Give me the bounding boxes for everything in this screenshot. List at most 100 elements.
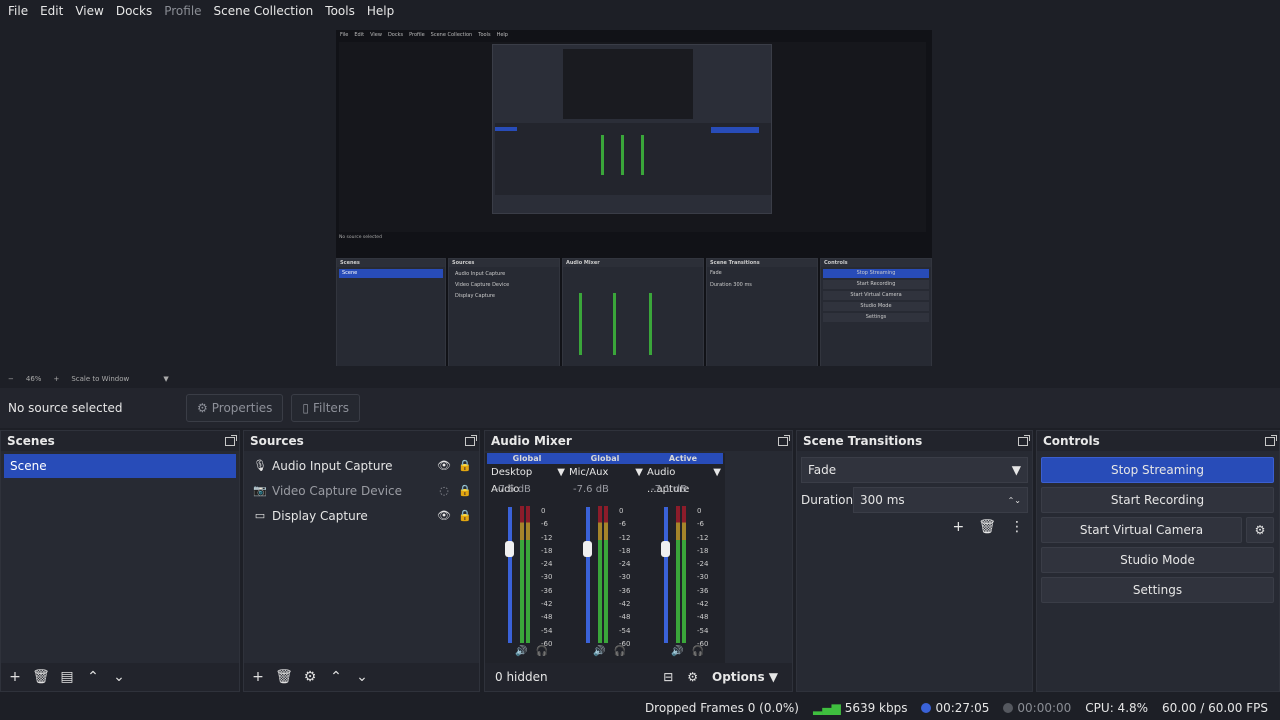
volume-fader[interactable] [508,507,512,643]
add-icon[interactable]: + [250,669,266,685]
start-virtual-camera-button[interactable]: Start Virtual Camera [1041,517,1242,543]
headphones-icon[interactable]: 🎧 [613,646,625,657]
virtual-camera-settings-button[interactable]: ⚙ [1246,517,1274,543]
trash-icon[interactable]: 🗑 [275,669,293,685]
stream-time: 00:27:05 [935,701,990,715]
preview-canvas[interactable]: File Edit View Docks Profile Scene Collection… [336,30,932,366]
filters-button[interactable]: ▯ Filters [291,394,361,422]
menu-file[interactable]: File [2,0,34,22]
menu-profile[interactable]: Profile [158,0,207,22]
stop-streaming-button[interactable]: Stop Streaming [1041,457,1274,483]
meter-scale: 0 -6 -12 -18 -24 -30 -36 -42 -48 -54 -60 [541,507,553,648]
start-recording-button[interactable]: Start Recording [1041,487,1274,513]
gear-icon[interactable]: ⚙ [302,669,318,685]
trash-icon[interactable]: 🗑 [32,669,50,685]
audio-mixer-dock: Audio Mixer Global Desktop Audio ▼ -7.6 d… [484,430,793,692]
cpu-usage: CPU: 4.8% [1085,701,1149,715]
menu-help[interactable]: Help [361,0,400,22]
menu-docks[interactable]: Docks [110,0,158,22]
lock-icon[interactable]: 🔒 [457,484,473,497]
source-item[interactable]: ▭ Display Capture 👁 🔒 [244,503,479,528]
chevron-down-icon[interactable]: ▼ [163,375,168,383]
level-meter [598,506,602,643]
lock-icon[interactable]: 🔒 [457,459,473,472]
filter-icon[interactable]: ▤ [59,669,75,685]
fader-knob[interactable] [505,541,514,557]
mixer-title: Audio Mixer [491,434,572,448]
menu-bar: File Edit View Docks Profile Scene Colle… [0,0,1280,22]
recording-icon [1003,703,1014,713]
add-icon[interactable]: + [952,519,964,535]
settings-button[interactable]: Settings [1041,577,1274,603]
mixer-channel: Active Audio ...apture ▼ -7.1 dB 0 -6 -12 -1… [643,453,723,663]
scenes-header: Scenes [1,431,239,451]
no-source-label: No source selected [8,401,123,415]
scenes-footer: + 🗑 ▤ ⌃ ⌄ [1,663,239,691]
advanced-audio-icon[interactable]: ⚙ [687,670,698,684]
speaker-icon[interactable]: 🔊 [593,646,605,657]
add-icon[interactable]: + [7,669,23,685]
duration-label: Duration [801,493,854,507]
headphones-icon[interactable]: 🎧 [691,646,703,657]
scale-mode-select[interactable]: Scale to Window [71,375,151,383]
fader-knob[interactable] [661,541,670,557]
move-down-icon[interactable]: ⌄ [354,669,370,685]
trash-icon[interactable]: 🗑 [978,519,996,535]
undock-icon[interactable] [778,434,790,446]
streaming-icon [921,703,932,713]
fader-knob[interactable] [583,541,592,557]
headphones-icon[interactable]: 🎧 [535,646,547,657]
undock-icon[interactable] [465,434,477,446]
properties-button[interactable]: ⚙ Properties [186,394,284,422]
undock-icon[interactable] [1265,434,1277,446]
level-meter [604,506,608,643]
channel-tag: Active [643,453,723,464]
status-bar: Dropped Frames 0 (0.0%) ▂▄▆ 5639 kbps 00:… [0,696,1280,720]
eye-icon[interactable]: 👁 [436,509,452,522]
mixer-channel: Global Desktop Audio ▼ -7.6 dB 0 -6 -12 -18-… [487,453,567,663]
nested-menu-bar: File Edit View Docks Profile Scene Collection… [340,32,508,38]
more-icon[interactable]: ⋮ [1010,519,1024,535]
speaker-icon[interactable]: 🔊 [671,646,683,657]
sources-dock: Sources 🎙 Audio Input Capture 👁 🔒 📷 Vide… [243,430,480,692]
move-down-icon[interactable]: ⌄ [111,669,127,685]
microphone-icon: 🎙 [253,459,267,472]
zoom-out-button[interactable]: − [8,375,14,383]
move-up-icon[interactable]: ⌃ [328,669,344,685]
eye-icon[interactable]: 👁 [436,459,452,472]
properties-label: Properties [211,401,273,415]
source-item[interactable]: 📷 Video Capture Device ◌ 🔒 [244,478,479,503]
layout-icon[interactable]: ⊟ [663,670,673,684]
gear-icon: ⚙ [1254,523,1266,537]
menu-tools[interactable]: Tools [319,0,361,22]
channel-name[interactable]: Desktop Audio ▼ [487,464,567,495]
transition-select[interactable]: Fade ▼ [801,457,1028,483]
options-button[interactable]: Options ▼ [712,670,778,684]
meter-scale: 0 -6 -12 -18 -24 -30 -36 -42 -48 -54 -60 [619,507,631,648]
channel-name[interactable]: Audio ...apture ▼ [643,464,723,495]
menu-view[interactable]: View [69,0,109,22]
volume-fader[interactable] [664,507,668,643]
zoom-in-button[interactable]: + [53,375,59,383]
source-label: Video Capture Device [272,483,403,498]
level-meter [682,506,686,643]
studio-mode-button[interactable]: Studio Mode [1041,547,1274,573]
record-time: 00:00:00 [1017,701,1072,715]
undock-icon[interactable] [1018,434,1030,446]
channel-db: -7.1 dB [651,484,687,495]
menu-edit[interactable]: Edit [34,0,69,22]
level-meter [520,506,524,643]
source-item[interactable]: 🎙 Audio Input Capture 👁 🔒 [244,453,479,478]
eye-hidden-icon[interactable]: ◌ [436,484,452,497]
menu-scene-collection[interactable]: Scene Collection [208,0,320,22]
duration-spinbox[interactable]: 300 ms ⌃⌄ [853,487,1028,513]
speaker-icon[interactable]: 🔊 [515,646,527,657]
nested-docks: Scenes Scene Sources Audio Input Capture… [336,258,932,366]
lock-icon[interactable]: 🔒 [457,509,473,522]
volume-fader[interactable] [586,507,590,643]
chevron-down-icon: ▼ [1011,463,1021,477]
move-up-icon[interactable]: ⌃ [85,669,101,685]
scene-item[interactable]: Scene [4,454,236,478]
channel-name[interactable]: Mic/Aux ▼ [565,464,645,481]
undock-icon[interactable] [225,434,237,446]
